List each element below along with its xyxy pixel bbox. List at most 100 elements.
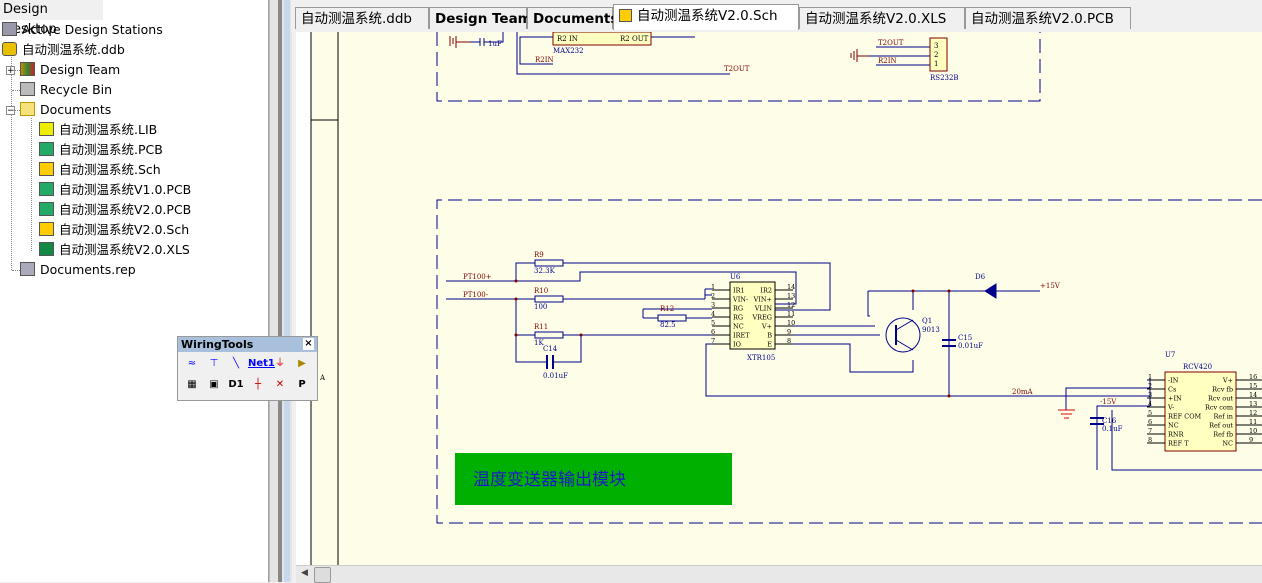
tree-label: 自动测温系统.Sch (59, 162, 161, 177)
ground-tool-icon[interactable]: ⏚ (270, 355, 290, 373)
svg-text:-15V: -15V (1100, 398, 1117, 406)
pin-name: IO (733, 341, 741, 349)
pin-name: +IN (1168, 395, 1182, 403)
close-icon[interactable]: × (303, 338, 314, 350)
tree-item-active-design-stations[interactable]: Active Design Stations (2, 20, 163, 40)
collapse-toggle[interactable]: − (6, 106, 15, 116)
pin-number: 13 (787, 292, 795, 300)
svg-text:3: 3 (934, 42, 938, 50)
tree-item-recycle-bin[interactable]: Recycle Bin (20, 80, 112, 100)
svg-text:R12: R12 (660, 305, 674, 313)
splitter[interactable] (269, 0, 292, 582)
tab-design-team[interactable]: Design Team (429, 7, 532, 29)
pin-number: 15 (1249, 382, 1257, 390)
wire-tool-icon[interactable]: ≈ (182, 355, 202, 373)
junction-tool-icon[interactable]: ┼ (248, 376, 268, 394)
tree-item-pcb[interactable]: 自动测温系统.PCB (39, 140, 163, 160)
svg-text:C16: C16 (1102, 417, 1117, 425)
scroll-thumb[interactable] (314, 567, 331, 583)
tree-label: Design Team (40, 62, 121, 77)
expand-toggle[interactable]: + (6, 66, 15, 76)
no-erc-tool-icon[interactable]: ✕ (270, 376, 290, 394)
tree-label: Documents.rep (40, 262, 136, 277)
pin-number: 16 (1249, 373, 1257, 381)
pin-name: E (767, 341, 772, 349)
module-label-box: 温度变送器输出模块 (455, 453, 732, 505)
pin-number: 13 (1249, 400, 1257, 408)
spreadsheet-icon (39, 242, 54, 256)
palette-titlebar[interactable]: WiringTools × (178, 337, 317, 352)
scroll-left-arrow-icon[interactable]: ◀ (301, 568, 308, 578)
pin-name: -IN (1168, 377, 1179, 385)
tree-label: Recycle Bin (40, 82, 113, 97)
tree-item-v2-xls[interactable]: 自动测温系统V2.0.XLS (39, 240, 190, 260)
pin-number: 9 (787, 328, 791, 336)
horizontal-scrollbar[interactable]: ◀ (296, 565, 1262, 583)
tab-v2-sch[interactable]: 自动测温系统V2.0.Sch (613, 4, 799, 30)
pin-number: 7 (1148, 427, 1152, 435)
workstation-icon (2, 22, 17, 36)
pin-number: 10 (1249, 427, 1257, 435)
tree-item-v2-pcb[interactable]: 自动测温系统V2.0.PCB (39, 200, 191, 220)
pin-number: 1 (711, 283, 715, 291)
schematic-canvas[interactable]: A 1uF R2 IN R2 OUT MAX232 R2IN T2OUT T2OU… (296, 32, 1262, 565)
sheet-symbol-tool-icon[interactable]: ▣ (204, 376, 224, 394)
tab-v2-xls[interactable]: 自动测温系统V2.0.XLS (799, 7, 965, 29)
svg-text:32.3K: 32.3K (534, 267, 556, 275)
tree-item-v2-sch[interactable]: 自动测温系统V2.0.Sch (39, 220, 189, 240)
pin-name: REF COM (1168, 413, 1202, 421)
svg-text:RS232B: RS232B (930, 74, 959, 82)
svg-text:82.5: 82.5 (660, 321, 676, 329)
tree-item-v1-pcb[interactable]: 自动测温系统V1.0.PCB (39, 180, 191, 200)
svg-text:Q1: Q1 (922, 317, 932, 325)
resistor-r9 (534, 259, 564, 267)
pin-number: 14 (787, 283, 795, 291)
pin-name: V+ (1222, 377, 1233, 385)
pin-name: Rcv out (1208, 395, 1233, 403)
pin-number: 12 (787, 301, 795, 309)
pin-number: 3 (711, 301, 715, 309)
pin-name: RNR (1168, 431, 1185, 439)
pin-name: VIN+ (753, 296, 772, 304)
tab-v2-pcb[interactable]: 自动测温系统V2.0.PCB (965, 7, 1131, 29)
power-port-tool-icon[interactable]: ▶ (292, 355, 312, 373)
tree-item-design-team[interactable]: Design Team (20, 60, 120, 80)
pin-name: NC (1168, 422, 1179, 430)
tree-item-sch[interactable]: 自动测温系统.Sch (39, 160, 161, 180)
diode-d6 (984, 283, 997, 299)
pin-name: V- (1167, 404, 1174, 412)
svg-text:PT100+: PT100+ (463, 273, 492, 281)
tab-documents[interactable]: Documents (527, 7, 618, 29)
sheet-entry-tool-icon[interactable]: D1 (226, 376, 246, 394)
svg-text:100: 100 (534, 303, 547, 311)
schematic-drawing: A 1uF R2 IN R2 OUT MAX232 R2IN T2OUT T2OU… (296, 32, 1262, 565)
pin-name: Rcv fb (1212, 386, 1233, 394)
schematic-icon (619, 9, 632, 22)
pin-name: VIN- (732, 296, 748, 304)
port-tool-icon[interactable]: P (292, 376, 312, 394)
pcb-icon (39, 142, 54, 156)
svg-text:R2 IN: R2 IN (557, 35, 578, 43)
svg-text:D6: D6 (975, 273, 986, 281)
net-label-tool-icon[interactable]: Net1 (248, 355, 275, 373)
tab-ddb[interactable]: 自动测温系统.ddb (295, 7, 429, 29)
pin-number: 11 (787, 310, 795, 318)
component-tool-icon[interactable]: ▦ (182, 376, 202, 394)
pin-number: 11 (1249, 418, 1257, 426)
tree-item-lib[interactable]: 自动测温系统.LIB (39, 120, 157, 140)
bus-entry-tool-icon[interactable]: ╲ (226, 355, 246, 373)
bus-tool-icon[interactable]: ⊤ (204, 355, 224, 373)
schematic-icon (39, 162, 54, 176)
svg-text:0.01uF: 0.01uF (958, 342, 983, 350)
pin-name: B (767, 332, 772, 340)
report-icon (20, 262, 35, 276)
svg-text:U7: U7 (1165, 351, 1175, 359)
panel-title: Design Desktop (0, 0, 103, 37)
pin-number: 9 (1249, 436, 1253, 444)
pin-number: 3 (1148, 391, 1152, 399)
svg-text:2: 2 (934, 51, 938, 59)
tree-item-ddb[interactable]: 自动测温系统.ddb (2, 40, 125, 60)
tree-item-documents-rep[interactable]: Documents.rep (20, 260, 136, 280)
tree-item-documents[interactable]: Documents (20, 100, 111, 120)
pin-name: VREG (751, 314, 772, 322)
